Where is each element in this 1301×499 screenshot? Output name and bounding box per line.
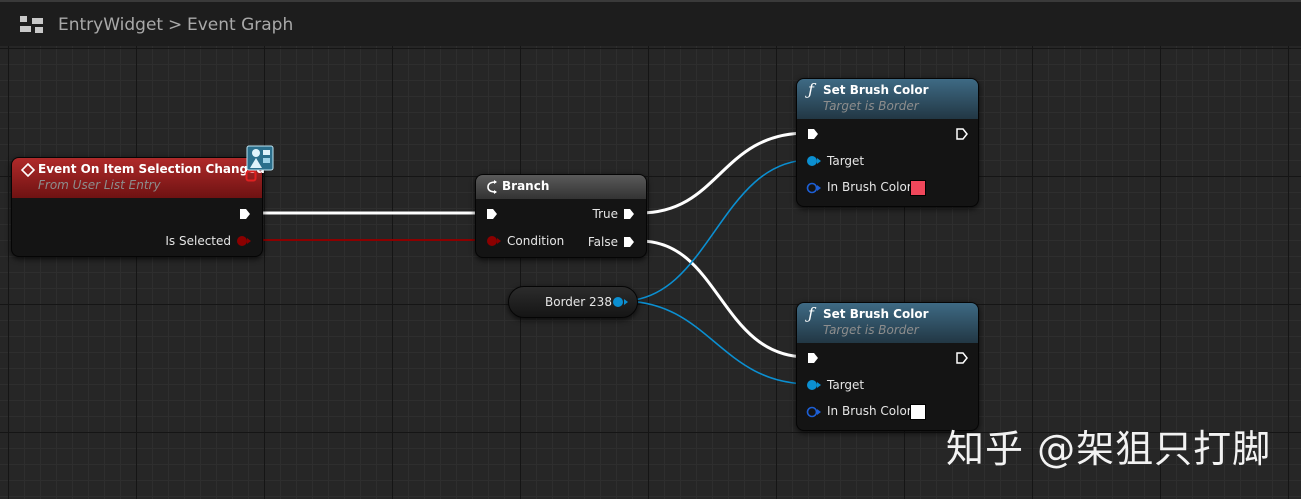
set-brush-color-node-bottom[interactable]: ƒ Set Brush Color Target is Border Targe… bbox=[796, 302, 979, 431]
set-brush-color-top-title: Set Brush Color bbox=[823, 83, 929, 97]
event-diamond-icon bbox=[21, 163, 35, 177]
set-bottom-target-label: Target bbox=[827, 378, 865, 392]
set-bottom-color-pin[interactable] bbox=[806, 405, 822, 419]
function-icon: ƒ bbox=[808, 80, 814, 99]
border-object-output-pin[interactable] bbox=[611, 295, 629, 309]
exec-wire-true-to-set-top bbox=[639, 131, 808, 215]
border-variable-label: Border 238 bbox=[545, 295, 612, 309]
condition-pin-label: Condition bbox=[507, 234, 565, 248]
false-pin-label: False bbox=[587, 235, 618, 249]
set-bottom-exec-input-pin[interactable] bbox=[806, 351, 820, 365]
set-top-color-swatch[interactable] bbox=[910, 180, 926, 196]
set-top-color-pin[interactable] bbox=[806, 181, 822, 195]
set-brush-color-bottom-header: ƒ Set Brush Color Target is Border bbox=[797, 303, 978, 343]
exec-output-pin[interactable] bbox=[238, 207, 252, 221]
set-top-exec-input-pin[interactable] bbox=[806, 127, 820, 141]
is-selected-bool-pin[interactable] bbox=[236, 234, 252, 248]
set-brush-color-top-subtitle: Target is Border bbox=[823, 99, 919, 113]
object-wire-border-to-target-bottom bbox=[621, 300, 811, 385]
branch-node-title: Branch bbox=[502, 179, 550, 193]
condition-bool-pin[interactable] bbox=[486, 234, 502, 248]
border-variable-node[interactable]: Border 238 bbox=[508, 286, 638, 318]
set-bottom-exec-output-pin[interactable] bbox=[955, 351, 969, 365]
event-node-subtitle: From User List Entry bbox=[38, 178, 161, 192]
set-bottom-color-swatch[interactable] bbox=[910, 404, 926, 420]
is-selected-pin-label: Is Selected bbox=[165, 234, 231, 248]
watermark-text: 知乎 @架狙只打脚 bbox=[946, 427, 1272, 471]
set-bottom-target-pin[interactable] bbox=[806, 378, 822, 392]
set-brush-color-top-header: ƒ Set Brush Color Target is Border bbox=[797, 79, 978, 119]
exec-wire-false-to-set-bottom bbox=[639, 239, 808, 359]
widget-blueprint-icon bbox=[246, 145, 274, 171]
function-icon: ƒ bbox=[808, 304, 814, 323]
branch-node[interactable]: Branch Condition True False bbox=[475, 174, 647, 258]
event-node[interactable]: Event On Item Selection Changed From Use… bbox=[11, 145, 274, 257]
true-exec-output-pin[interactable] bbox=[622, 207, 636, 221]
branch-icon bbox=[487, 180, 497, 194]
set-top-target-pin[interactable] bbox=[806, 154, 822, 168]
set-bottom-color-label: In Brush Color bbox=[827, 404, 912, 418]
branch-node-header: Branch bbox=[476, 175, 646, 199]
set-brush-color-bottom-subtitle: Target is Border bbox=[823, 323, 919, 337]
branch-exec-input-pin[interactable] bbox=[485, 207, 499, 221]
object-wire-border-to-target-top bbox=[621, 159, 811, 302]
event-node-header: Event On Item Selection Changed From Use… bbox=[12, 158, 265, 198]
event-node-title: Event On Item Selection Changed bbox=[38, 162, 265, 176]
set-top-exec-output-pin[interactable] bbox=[955, 127, 969, 141]
set-brush-color-node-top[interactable]: ƒ Set Brush Color Target is Border Targe… bbox=[796, 78, 979, 207]
true-pin-label: True bbox=[592, 207, 619, 221]
set-top-color-label: In Brush Color bbox=[827, 180, 912, 194]
set-top-target-label: Target bbox=[827, 154, 865, 168]
false-exec-output-pin[interactable] bbox=[622, 235, 636, 249]
set-brush-color-bottom-title: Set Brush Color bbox=[823, 307, 929, 321]
